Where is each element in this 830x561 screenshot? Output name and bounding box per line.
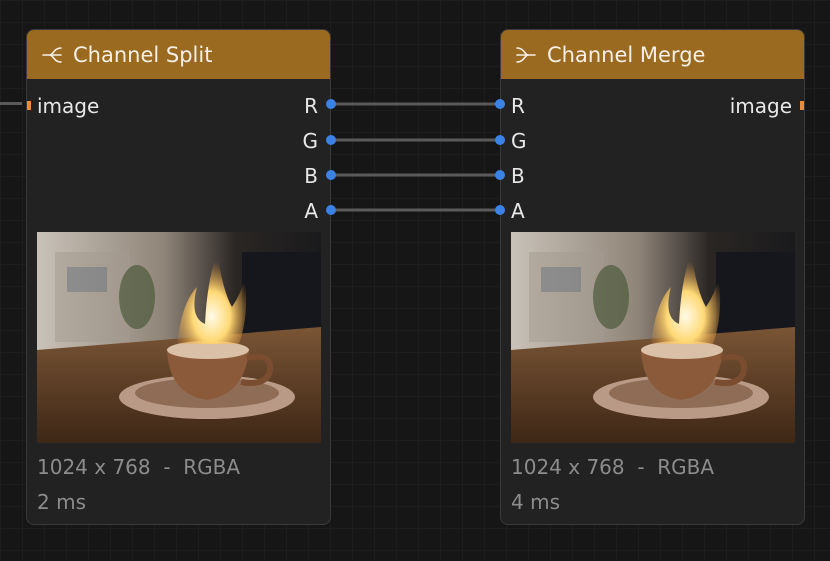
split-icon	[39, 42, 65, 68]
merge-icon	[513, 42, 539, 68]
merge-image-preview	[511, 232, 795, 443]
node-graph-canvas[interactable]: Channel Split image R G B A 1024 x 768 -…	[0, 0, 830, 561]
channel-merge-header[interactable]: Channel Merge	[501, 30, 804, 79]
split-output-g-label: G	[302, 129, 319, 153]
merge-execution-time: 4 ms	[511, 490, 560, 514]
merge-input-a-label: A	[511, 199, 525, 223]
channel-merge-title: Channel Merge	[547, 42, 706, 67]
channel-split-header[interactable]: Channel Split	[27, 30, 330, 79]
split-output-a-label: A	[304, 199, 318, 223]
split-output-r-label: R	[304, 94, 318, 118]
split-execution-time: 2 ms	[37, 490, 86, 514]
incoming-image-wire[interactable]	[0, 102, 22, 105]
merge-image-output-label: image	[729, 94, 792, 118]
merge-input-g-label: G	[511, 129, 527, 153]
split-image-input-label: image	[37, 94, 100, 118]
split-image-input-socket[interactable]	[27, 101, 31, 110]
split-image-dimensions: 1024 x 768 - RGBA	[37, 455, 241, 479]
channel-merge-node[interactable]: Channel Merge R G B A image 1024 x 768 -…	[500, 29, 805, 525]
merge-image-dimensions: 1024 x 768 - RGBA	[511, 455, 715, 479]
merge-input-r-label: R	[511, 94, 525, 118]
channel-split-node[interactable]: Channel Split image R G B A 1024 x 768 -…	[26, 29, 331, 525]
split-output-b-label: B	[304, 164, 318, 188]
split-image-preview	[37, 232, 321, 443]
channel-split-title: Channel Split	[73, 42, 213, 67]
merge-input-b-label: B	[511, 164, 525, 188]
merge-image-output-socket[interactable]	[800, 101, 804, 110]
